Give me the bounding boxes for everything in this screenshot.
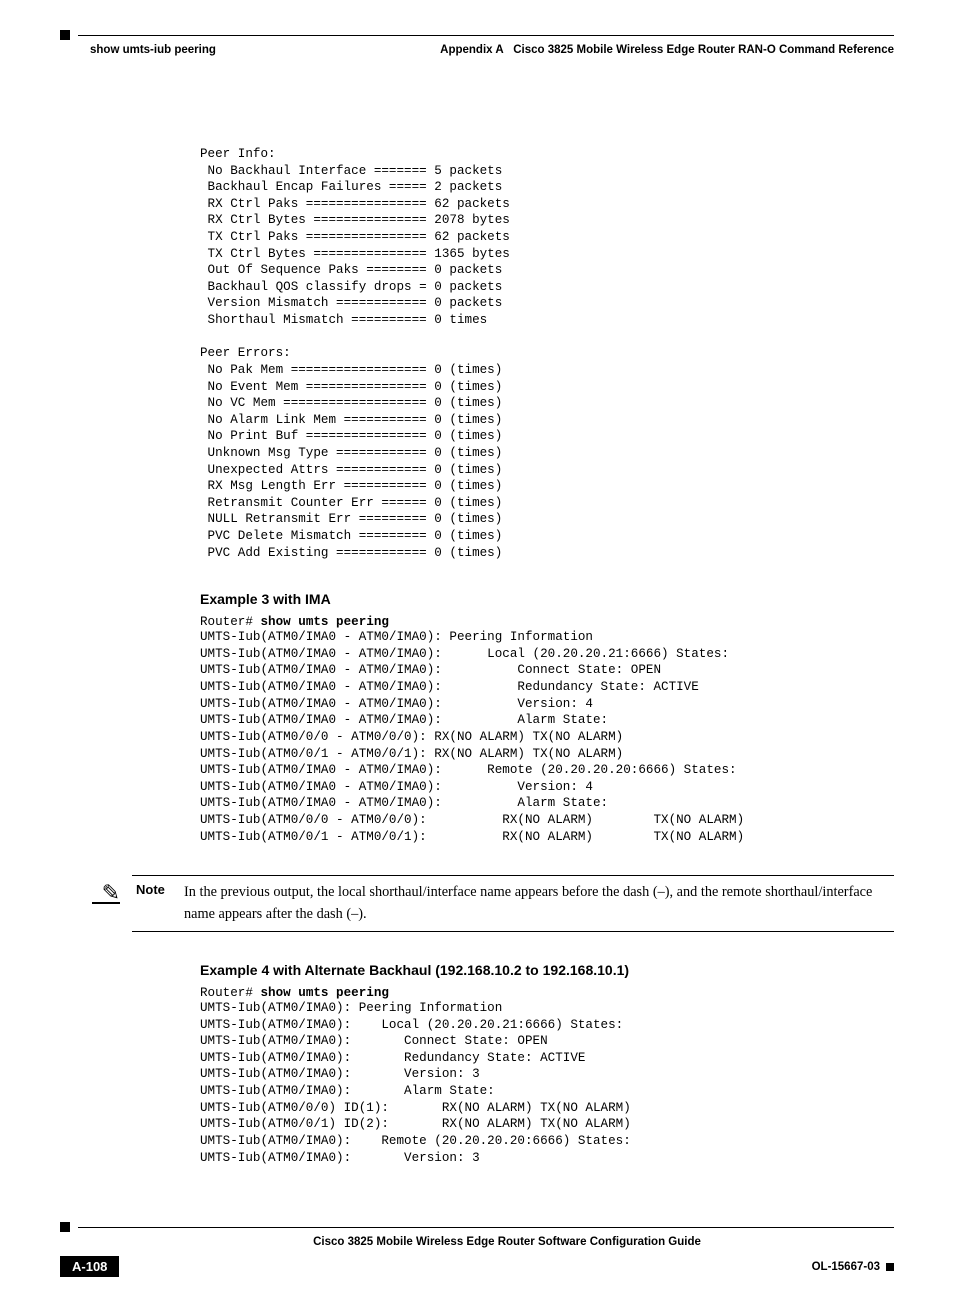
footer-decor	[886, 1263, 894, 1271]
example4-command: Router# show umts peering	[200, 986, 894, 1000]
example4-cmd: show umts peering	[260, 986, 388, 1000]
note-label: Note	[136, 882, 168, 897]
example3-heading: Example 3 with IMA	[200, 591, 894, 607]
header-rule	[60, 30, 894, 40]
peer-info-output: Peer Info: No Backhaul Interface =======…	[200, 146, 894, 561]
footer-bottom: A-108 OL-15667-03	[60, 1256, 894, 1277]
header-appendix: Appendix A	[440, 44, 503, 56]
example3-command: Router# show umts peering	[200, 615, 894, 629]
note-icon: ✎	[60, 882, 120, 904]
header-rule-decor	[60, 30, 70, 40]
example4-output: UMTS-Iub(ATM0/IMA0): Peering Information…	[200, 1000, 894, 1166]
example4-prompt: Router#	[200, 986, 260, 1000]
example3-prompt: Router#	[200, 615, 260, 629]
doc-code: OL-15667-03	[812, 1261, 894, 1273]
example4-heading: Example 4 with Alternate Backhaul (192.1…	[200, 962, 894, 978]
note-text: In the previous output, the local shorth…	[184, 882, 894, 925]
footer-rule	[60, 1222, 894, 1232]
pencil-icon: ✎	[60, 882, 120, 904]
example3-cmd: show umts peering	[260, 615, 388, 629]
page-number: A-108	[60, 1256, 119, 1277]
header-left: show umts-iub peering	[60, 44, 216, 56]
example3-output: UMTS-Iub(ATM0/IMA0 - ATM0/IMA0): Peering…	[200, 629, 894, 845]
header-title: Cisco 3825 Mobile Wireless Edge Router R…	[513, 44, 894, 56]
header-right: Appendix A Cisco 3825 Mobile Wireless Ed…	[440, 44, 894, 56]
running-header: show umts-iub peering Appendix A Cisco 3…	[60, 44, 894, 56]
footer-book-title: Cisco 3825 Mobile Wireless Edge Router S…	[60, 1236, 894, 1248]
doc-code-text: OL-15667-03	[812, 1261, 880, 1273]
note-block: ✎ Note In the previous output, the local…	[60, 875, 894, 932]
